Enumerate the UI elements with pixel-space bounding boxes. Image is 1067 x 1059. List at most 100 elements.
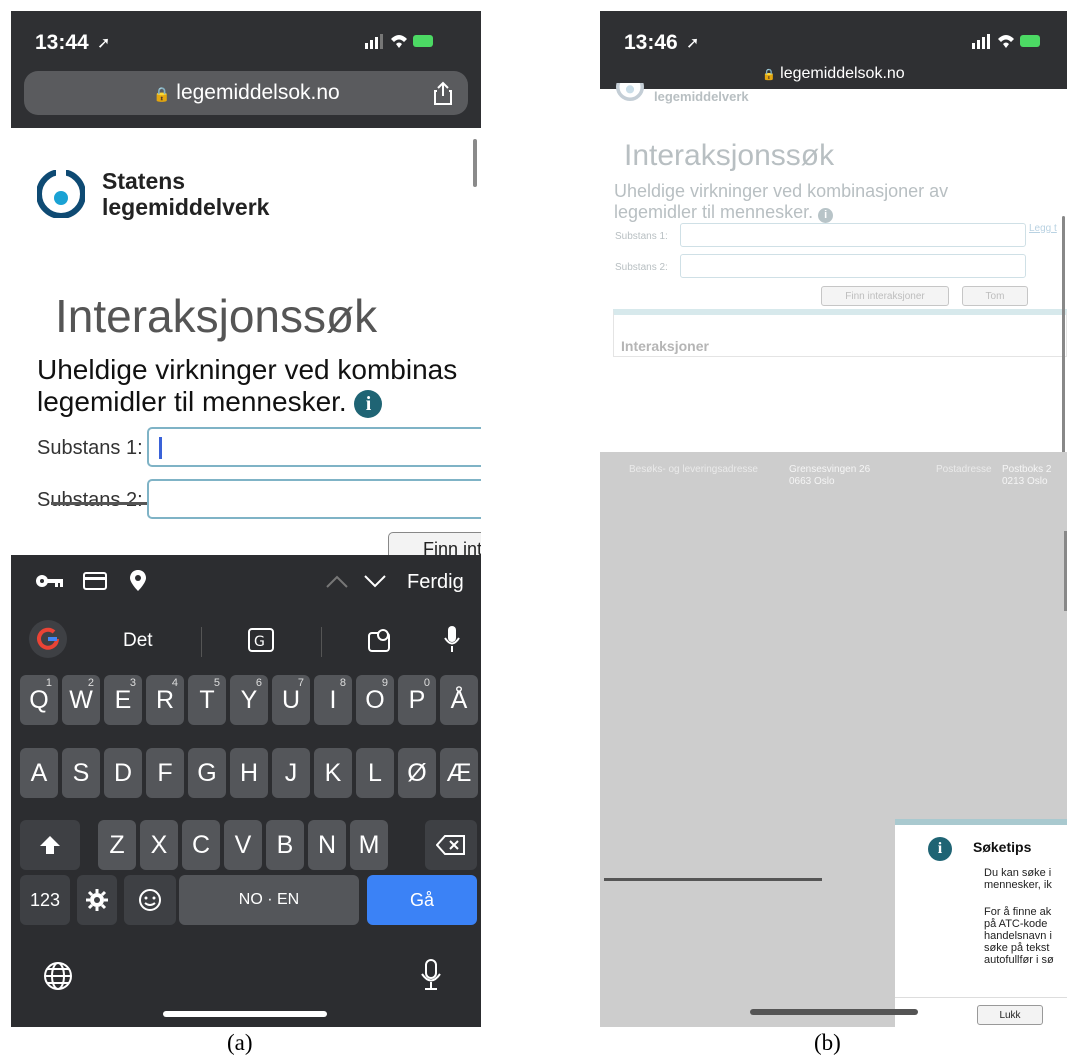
key-p[interactable]: P0 (398, 675, 436, 725)
share-icon[interactable] (434, 81, 452, 110)
credit-card-icon[interactable] (83, 571, 107, 596)
key-a[interactable]: A (20, 748, 58, 798)
key-n[interactable]: N (308, 820, 346, 870)
dictation-microphone-icon[interactable] (421, 959, 441, 996)
status-icons (972, 31, 1042, 51)
key-v[interactable]: V (224, 820, 262, 870)
interaksjoner-header: Interaksjoner (621, 338, 709, 354)
image-search-icon[interactable] (367, 627, 393, 658)
key-å[interactable]: Å (440, 675, 478, 725)
divider (201, 627, 202, 657)
key-x[interactable]: X (140, 820, 178, 870)
finn-interaksjoner-button[interactable]: Finn interaksjoner (821, 286, 949, 306)
close-button[interactable]: Lukk (977, 1005, 1043, 1025)
key-r[interactable]: R4 (146, 675, 184, 725)
home-indicator (750, 1009, 918, 1015)
divider (895, 997, 1067, 998)
phone-screenshot-b: 13:46 ➚ 🔒 legemiddelsok.no legemiddelver… (600, 11, 1067, 1027)
divider (321, 627, 322, 657)
home-indicator (163, 1011, 327, 1017)
substans1-label: Substans 1: (37, 437, 143, 459)
key-icon[interactable] (35, 571, 65, 597)
signal-wifi-battery-icon (972, 34, 1040, 49)
key-g[interactable]: G (188, 748, 226, 798)
status-time: 13:44 (35, 31, 89, 54)
chevron-up-icon[interactable] (325, 573, 349, 594)
google-icon[interactable] (29, 620, 67, 658)
translate-icon[interactable]: G (247, 627, 275, 658)
numbers-key[interactable]: 123 (20, 875, 70, 925)
key-w[interactable]: W2 (62, 675, 100, 725)
key-h[interactable]: H (230, 748, 268, 798)
substans1-input[interactable] (680, 223, 1026, 247)
settings-gear-icon[interactable] (77, 875, 117, 925)
key-l[interactable]: L (356, 748, 394, 798)
info-icon[interactable]: i (818, 208, 834, 223)
agency-logo-icon (36, 168, 86, 223)
key-ø[interactable]: Ø (398, 748, 436, 798)
keyboard (11, 609, 481, 1027)
caption-a: (a) (227, 1030, 253, 1055)
page-title: Interaksjonssøk (624, 139, 835, 172)
key-c[interactable]: C (182, 820, 220, 870)
location-pin-icon[interactable] (129, 569, 147, 598)
signal-wifi-battery-icon (365, 34, 433, 49)
key-m[interactable]: M (350, 820, 388, 870)
key-o[interactable]: O9 (356, 675, 394, 725)
legg-til-link[interactable]: Legg t (1029, 223, 1057, 234)
agency-name-partial: legemiddelverk (654, 89, 749, 104)
substans1-input[interactable] (147, 427, 481, 467)
text-cursor (159, 437, 162, 459)
address-url[interactable]: 🔒 legemiddelsok.no (762, 65, 905, 83)
key-b[interactable]: B (266, 820, 304, 870)
scroll-indicator (473, 139, 477, 187)
backspace-key[interactable] (425, 820, 477, 870)
substans2-label: Substans 2: (37, 489, 143, 511)
key-i[interactable]: I8 (314, 675, 352, 725)
key-f[interactable]: F (146, 748, 184, 798)
key-e[interactable]: E3 (104, 675, 142, 725)
location-arrow-icon: ➚ (686, 35, 700, 52)
phone-screenshot-a: 13:44 ➚ 🔒 legemiddelsok.no Statens legem… (11, 11, 481, 1027)
drag-line (604, 878, 822, 881)
globe-icon[interactable] (43, 961, 73, 996)
dialog-paragraph-1: Du kan søke i mennesker, ik (984, 867, 1052, 891)
footer-post-label: Postadresse (936, 464, 992, 475)
page-subtitle: Uheldige virkninger ved kombinasjoner av… (614, 181, 949, 223)
page-subtitle: Uheldige virkninger ved kombinas legemid… (37, 354, 458, 418)
footer-visit-address: Grensesvingen 26 0663 Oslo (789, 464, 871, 487)
key-æ[interactable]: Æ (440, 748, 478, 798)
status-icons (365, 31, 435, 51)
done-button[interactable]: Ferdig (407, 571, 464, 594)
agency-name: Statens legemiddelverk (102, 168, 270, 220)
key-j[interactable]: J (272, 748, 310, 798)
microphone-icon[interactable] (443, 625, 461, 658)
go-key[interactable]: Gå (367, 875, 477, 925)
key-y[interactable]: Y6 (230, 675, 268, 725)
space-key[interactable]: NO · EN (179, 875, 359, 925)
shift-key[interactable] (20, 820, 80, 870)
key-q[interactable]: Q1 (20, 675, 58, 725)
caption-b: (b) (814, 1030, 841, 1055)
lock-icon: 🔒 (153, 86, 171, 102)
tom-button[interactable]: Tom (962, 286, 1028, 306)
address-url: 🔒 legemiddelsok.no (153, 81, 340, 104)
dialog-title: Søketips (973, 839, 1032, 855)
emoji-icon[interactable] (124, 875, 176, 925)
substans2-input[interactable] (147, 479, 481, 519)
substans2-input[interactable] (680, 254, 1026, 278)
page-title: Interaksjonssøk (55, 290, 378, 342)
chevron-down-icon[interactable] (363, 573, 387, 594)
status-time: 13:46 (624, 31, 678, 54)
key-t[interactable]: T5 (188, 675, 226, 725)
key-d[interactable]: D (104, 748, 142, 798)
key-k[interactable]: K (314, 748, 352, 798)
key-z[interactable]: Z (98, 820, 136, 870)
info-icon[interactable]: i (354, 389, 383, 418)
key-s[interactable]: S (62, 748, 100, 798)
info-icon: i (928, 837, 952, 861)
location-arrow-icon: ➚ (97, 35, 111, 52)
key-u[interactable]: U7 (272, 675, 310, 725)
substans1-label: Substans 1: (615, 231, 668, 242)
suggestion-word[interactable]: Det (123, 630, 153, 652)
